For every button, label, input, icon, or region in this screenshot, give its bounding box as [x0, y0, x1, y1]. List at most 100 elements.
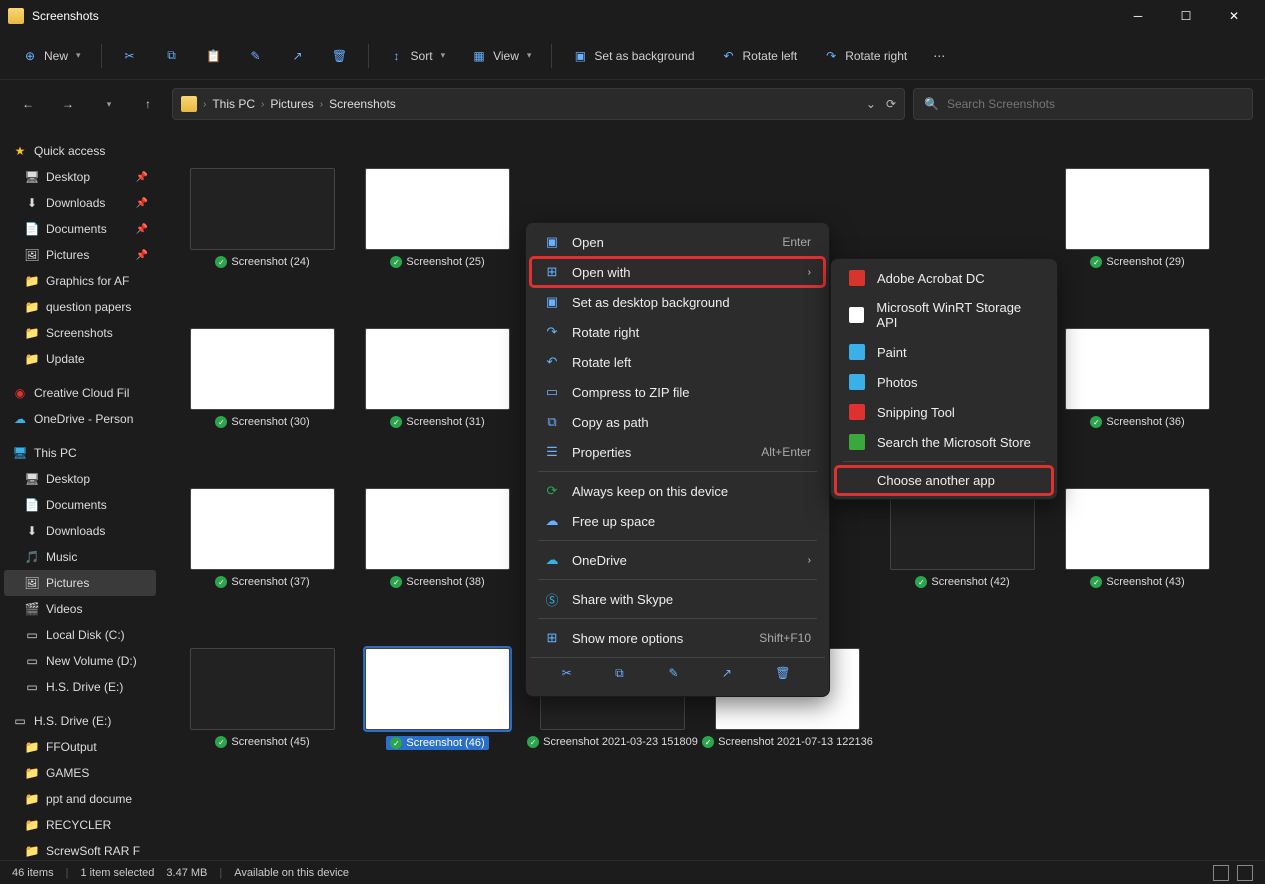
ctx-skype[interactable]: ⓈShare with Skype [530, 584, 825, 614]
crumb-screenshots[interactable]: Screenshots [329, 97, 396, 111]
file-thumbnail[interactable]: ✓Screenshot (31) [355, 328, 520, 428]
ctx-open[interactable]: ▣OpenEnter [530, 227, 825, 257]
scissors-icon[interactable]: ✂ [562, 666, 580, 684]
paste-button[interactable]: 📋 [196, 42, 232, 70]
sidebar-item[interactable]: 📄Documents📌 [4, 216, 156, 242]
rotate-left-button[interactable]: ↶ Rotate left [711, 42, 808, 70]
sidebar-item[interactable]: 📄Documents [4, 492, 156, 518]
thumbnail-image [1065, 328, 1210, 410]
submenu-item[interactable]: Search the Microsoft Store [835, 427, 1053, 457]
ctx-compress[interactable]: ▭Compress to ZIP file [530, 377, 825, 407]
file-thumbnail[interactable]: ✓Screenshot (45) [180, 648, 345, 750]
history-button[interactable]: ▾ [92, 88, 124, 120]
ctx-open-with[interactable]: ⊞Open with› [530, 257, 825, 287]
sidebar-item[interactable]: 🖼Pictures📌 [4, 242, 156, 268]
sidebar-item[interactable]: 🎵Music [4, 544, 156, 570]
thumbnails-view-icon[interactable] [1237, 865, 1253, 881]
cut-button[interactable]: ✂ [112, 42, 148, 70]
ctx-choose-another-app[interactable]: Choose another app [835, 466, 1053, 495]
maximize-button[interactable]: ☐ [1163, 0, 1209, 32]
sort-button[interactable]: ↕ Sort ▾ [379, 42, 456, 70]
details-view-icon[interactable] [1213, 865, 1229, 881]
file-thumbnail[interactable]: ✓Screenshot (24) [180, 168, 345, 268]
up-button[interactable]: ↑ [132, 88, 164, 120]
more-button[interactable]: ⋯ [923, 43, 955, 69]
submenu-item[interactable]: Adobe Acrobat DC [835, 263, 1053, 293]
sidebar-item[interactable]: 📁Graphics for AF [4, 268, 156, 294]
refresh-icon[interactable]: ⟳ [886, 97, 896, 111]
search-box[interactable]: 🔍 [913, 88, 1253, 120]
pin-icon: 📌 [136, 172, 148, 183]
file-thumbnail[interactable]: ✓Screenshot (37) [180, 488, 345, 588]
sidebar-item[interactable]: 📁RECYCLER [4, 812, 156, 838]
ctx-copy-path[interactable]: ⧉Copy as path [530, 407, 825, 437]
file-thumbnail[interactable]: ✓Screenshot (43) [1055, 488, 1220, 588]
copy-button[interactable]: ⧉ [154, 42, 190, 70]
trash-icon[interactable]: 🗑 [775, 666, 793, 684]
new-button[interactable]: ⊕ New ▾ [12, 42, 91, 70]
submenu-item[interactable]: Photos [835, 367, 1053, 397]
ctx-free-up[interactable]: ☁Free up space [530, 506, 825, 536]
sidebar-item[interactable]: 📁Screenshots [4, 320, 156, 346]
rename-button[interactable]: ✎ [238, 42, 274, 70]
ctx-rotate-left[interactable]: ↶Rotate left [530, 347, 825, 377]
file-thumbnail[interactable]: ✓Screenshot (46) [355, 648, 520, 750]
sidebar-item[interactable]: 📁Update [4, 346, 156, 372]
delete-button[interactable]: 🗑 [322, 42, 358, 70]
sidebar-item[interactable]: 📁FFOutput [4, 734, 156, 760]
view-button[interactable]: ▦ View ▾ [461, 42, 541, 70]
sidebar-item[interactable]: 📁GAMES [4, 760, 156, 786]
sidebar-item[interactable]: 🖥Desktop [4, 466, 156, 492]
sidebar-quick-access[interactable]: ★Quick access [4, 138, 156, 164]
sidebar-item[interactable]: 🖼Pictures [4, 570, 156, 596]
sidebar-this-pc[interactable]: 🖥This PC [4, 440, 156, 466]
sidebar-item[interactable]: ▭New Volume (D:) [4, 648, 156, 674]
forward-button[interactable]: → [52, 88, 84, 120]
file-thumbnail[interactable]: ✓Screenshot (25) [355, 168, 520, 268]
close-button[interactable]: ✕ [1211, 0, 1257, 32]
breadcrumb[interactable]: › This PC › Pictures › Screenshots ⌄ ⟳ [172, 88, 905, 120]
sidebar-item[interactable]: 📁ppt and docume [4, 786, 156, 812]
search-input[interactable] [947, 97, 1242, 111]
ctx-rotate-right[interactable]: ↷Rotate right [530, 317, 825, 347]
file-thumbnail[interactable]: ✓Screenshot (38) [355, 488, 520, 588]
sidebar-item[interactable]: 📁ScrewSoft RAR F [4, 838, 156, 860]
ctx-onedrive[interactable]: ☁OneDrive› [530, 545, 825, 575]
app-icon [849, 434, 865, 450]
file-thumbnail[interactable]: ✓Screenshot (29) [1055, 168, 1220, 268]
file-thumbnail[interactable]: ✓Screenshot (30) [180, 328, 345, 428]
file-thumbnail[interactable]: ✓Screenshot (42) [880, 488, 1045, 588]
rotate-right-button[interactable]: ↷ Rotate right [813, 42, 917, 70]
back-button[interactable]: ← [12, 88, 44, 120]
ctx-set-desktop[interactable]: ▣Set as desktop background [530, 287, 825, 317]
item-count: 46 items [12, 867, 54, 879]
sidebar-item[interactable]: ⬇Downloads [4, 518, 156, 544]
chevron-down-icon[interactable]: ⌄ [866, 97, 876, 111]
ctx-always-keep[interactable]: ⟳Always keep on this device [530, 476, 825, 506]
ctx-show-more[interactable]: ⊞Show more optionsShift+F10 [530, 623, 825, 653]
crumb-pictures[interactable]: Pictures [270, 97, 313, 111]
sidebar-item[interactable]: ⬇Downloads📌 [4, 190, 156, 216]
sidebar-item[interactable]: 📁question papers [4, 294, 156, 320]
sidebar-item[interactable]: 🎬Videos [4, 596, 156, 622]
sidebar-item[interactable]: ▭Local Disk (C:) [4, 622, 156, 648]
share-button[interactable]: ↗ [280, 42, 316, 70]
sidebar-item[interactable]: ▭H.S. Drive (E:) [4, 674, 156, 700]
set-background-button[interactable]: ▣ Set as background [562, 42, 704, 70]
submenu-item[interactable]: Microsoft WinRT Storage API [835, 293, 1053, 337]
sidebar-item[interactable]: 🖥Desktop📌 [4, 164, 156, 190]
file-thumbnail[interactable]: ✓Screenshot (36) [1055, 328, 1220, 428]
submenu-item[interactable]: Snipping Tool [835, 397, 1053, 427]
submenu-item[interactable]: Paint [835, 337, 1053, 367]
sync-status-icon: ✓ [215, 576, 227, 588]
share-icon[interactable]: ↗ [722, 666, 740, 684]
sidebar-creative-cloud[interactable]: ◉Creative Cloud Fil [4, 380, 156, 406]
ctx-properties[interactable]: ☰PropertiesAlt+Enter [530, 437, 825, 467]
sidebar-onedrive[interactable]: ☁OneDrive - Person [4, 406, 156, 432]
sidebar[interactable]: ★Quick access 🖥Desktop📌⬇Downloads📌📄Docum… [0, 128, 160, 860]
rename-icon[interactable]: ✎ [668, 666, 686, 684]
sidebar-hs-drive[interactable]: ▭H.S. Drive (E:) [4, 708, 156, 734]
copy-icon[interactable]: ⧉ [615, 666, 633, 684]
minimize-button[interactable]: ─ [1115, 0, 1161, 32]
crumb-thispc[interactable]: This PC [212, 97, 255, 111]
